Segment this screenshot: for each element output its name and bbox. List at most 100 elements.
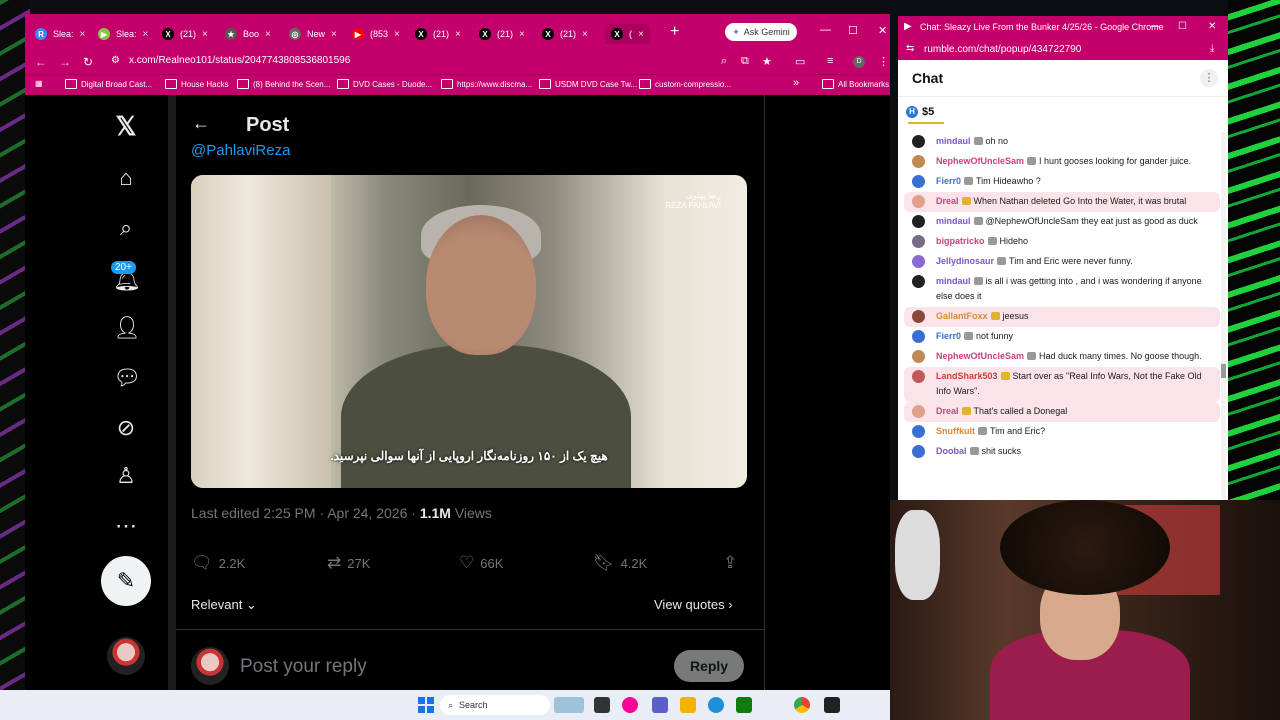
menu-kebab-icon[interactable]: ⋮: [878, 55, 889, 68]
task-view-icon[interactable]: [594, 697, 610, 713]
chat-user-avatar[interactable]: [912, 405, 925, 418]
sort-dropdown[interactable]: Relevant ⌄: [191, 597, 257, 613]
chat-username[interactable]: GallantFoxx: [936, 311, 988, 321]
browser-tab[interactable]: X (21) ×: [479, 24, 525, 44]
share-action[interactable]: ⇪: [723, 553, 737, 573]
search-icon[interactable]: ⌕: [113, 215, 139, 241]
close-tab-icon[interactable]: ×: [638, 29, 644, 40]
reply-button[interactable]: Reply: [674, 650, 744, 682]
browser-tab[interactable]: X (21) ×: [415, 24, 461, 44]
chat-user-avatar[interactable]: [912, 235, 925, 248]
chat-menu-icon[interactable]: ⋮: [1200, 69, 1218, 87]
close-window-icon[interactable]: ✕: [878, 24, 887, 37]
chat-user-avatar[interactable]: [912, 195, 925, 208]
chat-user-avatar[interactable]: [912, 370, 925, 383]
chat-user-avatar[interactable]: [912, 350, 925, 363]
chat-username[interactable]: bigpatricko: [936, 236, 985, 246]
maximize-icon[interactable]: ☐: [1178, 21, 1187, 32]
chat-user-avatar[interactable]: [912, 135, 925, 148]
close-tab-icon[interactable]: ×: [202, 29, 208, 40]
chat-username[interactable]: LandShark503: [936, 371, 998, 381]
bookmark-item[interactable]: custom-compressio...: [639, 79, 731, 89]
author-handle[interactable]: @PahlaviReza: [191, 142, 290, 159]
copilot-icon[interactable]: [622, 697, 638, 713]
url-field[interactable]: x.com/Realneo101/status/2047743808536801…: [129, 55, 350, 66]
chat-user-avatar[interactable]: [912, 425, 925, 438]
bookmarks-overflow[interactable]: »: [793, 77, 799, 89]
edited-timestamp[interactable]: Last edited 2:25 PM · Apr 24, 2026 ·: [191, 505, 420, 521]
edge-icon[interactable]: [708, 697, 724, 713]
all-bookmarks[interactable]: All Bookmarks: [822, 79, 889, 89]
close-tab-icon[interactable]: ×: [582, 29, 588, 40]
browser-tab[interactable]: ▶ Slea: ×: [98, 24, 148, 44]
chat-user-avatar[interactable]: [912, 155, 925, 168]
post-video[interactable]: رضا پهلوی REZA PAHLAVI هیچ یک از ۱۵۰ روز…: [191, 175, 747, 488]
minimize-icon[interactable]: —: [1150, 21, 1160, 32]
app-icon[interactable]: [824, 697, 840, 713]
chat-username[interactable]: Fierr0: [936, 176, 961, 186]
reply-input[interactable]: Post your reply: [240, 656, 367, 678]
browser-tab[interactable]: ▶ (853 ×: [352, 24, 400, 44]
chat-username[interactable]: Fierr0: [936, 331, 961, 341]
chat-username[interactable]: Jellydinosaur: [936, 256, 994, 266]
windows-start-icon[interactable]: [418, 697, 434, 713]
maximize-icon[interactable]: ☐: [848, 24, 858, 37]
browser-tab[interactable]: X (×: [605, 24, 650, 44]
back-arrow-icon[interactable]: ←: [35, 55, 47, 69]
close-tab-icon[interactable]: ×: [80, 29, 86, 40]
bookmark-item[interactable]: DVD Cases - Duode...: [337, 79, 432, 89]
chat-username[interactable]: mindaul: [936, 136, 971, 146]
close-tab-icon[interactable]: ×: [265, 29, 271, 40]
chat-url[interactable]: rumble.com/chat/popup/434722790: [924, 44, 1081, 55]
new-tab-button[interactable]: +: [670, 24, 679, 40]
reload-icon[interactable]: ↻: [83, 55, 93, 69]
minimize-icon[interactable]: —: [820, 24, 831, 36]
tab-search-icon[interactable]: ▭: [795, 55, 805, 68]
rant-ticker[interactable]: H $5: [906, 106, 934, 118]
site-info-icon[interactable]: ⚙: [111, 55, 120, 66]
follow-icon[interactable]: 👤︎: [113, 315, 141, 341]
reply-action[interactable]: 🗨︎ 2.2K: [191, 553, 245, 573]
close-tab-icon[interactable]: ×: [455, 29, 461, 40]
like-action[interactable]: ♡ 66K: [459, 553, 503, 573]
store-icon[interactable]: [736, 697, 752, 713]
bookmark-item[interactable]: USDM DVD Case Tw...: [539, 79, 637, 89]
close-tab-icon[interactable]: ×: [331, 29, 337, 40]
chat-username[interactable]: Dreal: [936, 196, 959, 206]
chat-username[interactable]: Dreal: [936, 406, 959, 416]
browser-tab[interactable]: ★ Boo ×: [225, 24, 271, 44]
chat-username[interactable]: NephewOfUncleSam: [936, 351, 1024, 361]
forward-arrow-icon[interactable]: →: [59, 55, 71, 69]
chat-user-avatar[interactable]: [912, 175, 925, 188]
bookmark-item[interactable]: House Hacks: [165, 79, 229, 89]
chat-username[interactable]: mindaul: [936, 276, 971, 286]
browser-tab[interactable]: X (21) ×: [162, 24, 208, 44]
chat-user-avatar[interactable]: [912, 255, 925, 268]
chat-username[interactable]: mindaul: [936, 216, 971, 226]
chat-user-avatar[interactable]: [912, 330, 925, 343]
bookmark-action[interactable]: 🔖︎ 4.2K: [593, 553, 647, 573]
chrome-icon[interactable]: [794, 697, 810, 713]
browser-tab[interactable]: ◎ New ×: [289, 24, 337, 44]
messages-icon[interactable]: 💬︎: [113, 365, 141, 391]
close-tab-icon[interactable]: ×: [519, 29, 525, 40]
close-window-icon[interactable]: ✕: [1208, 21, 1216, 32]
chat-user-avatar[interactable]: [912, 445, 925, 458]
chat-username[interactable]: Snuffkult: [936, 426, 975, 436]
chat-scrollbar[interactable]: [1221, 132, 1226, 500]
apps-grid-icon[interactable]: ▦: [35, 79, 43, 88]
chat-username[interactable]: NephewOfUncleSam: [936, 156, 1024, 166]
cast-icon[interactable]: ⧉: [741, 55, 749, 68]
chat-user-avatar[interactable]: [912, 310, 925, 323]
bookmark-item[interactable]: https://www.discma...: [441, 79, 532, 89]
browser-tab[interactable]: R Slea: ×: [35, 24, 85, 44]
ask-gemini-button[interactable]: ✦ Ask Gemini: [725, 23, 797, 41]
download-icon[interactable]: ⤓: [1210, 43, 1214, 54]
x-logo-icon[interactable]: 𝕏: [113, 111, 139, 142]
compose-post-button[interactable]: ✎: [101, 556, 151, 606]
more-icon[interactable]: ⋯: [113, 513, 139, 539]
chat-user-avatar[interactable]: [912, 275, 925, 288]
browser-tab[interactable]: X (21) ×: [542, 24, 588, 44]
zoom-icon[interactable]: ⌕: [721, 55, 727, 68]
close-tab-icon[interactable]: ×: [143, 29, 149, 40]
